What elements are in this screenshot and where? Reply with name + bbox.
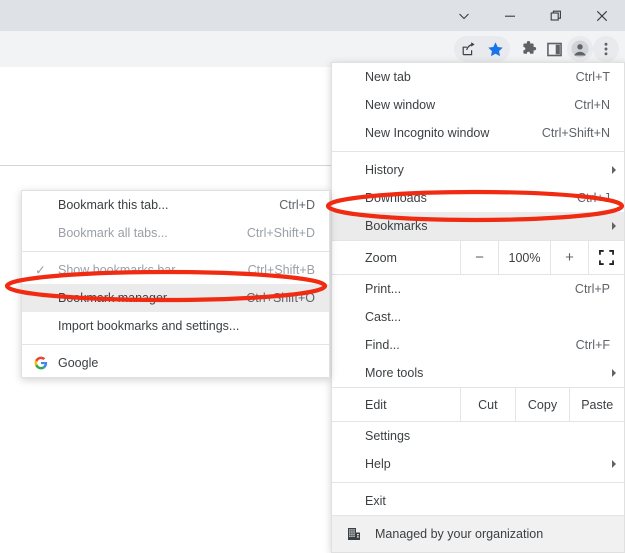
submenu-item-bookmark-manager[interactable]: Bookmark manager Ctrl+Shift+O bbox=[22, 284, 329, 312]
menu-item-new-tab[interactable]: New tab Ctrl+T bbox=[332, 63, 624, 91]
menu-item-cast[interactable]: Cast... bbox=[332, 303, 624, 331]
menu-item-label: Exit bbox=[365, 494, 386, 508]
zoom-label: Zoom bbox=[365, 250, 397, 265]
chevron-right-icon bbox=[612, 166, 616, 174]
menu-item-bookmarks[interactable]: Bookmarks bbox=[332, 212, 624, 240]
submenu-item-label: Bookmark manager bbox=[58, 291, 168, 305]
checkmark-icon: ✓ bbox=[35, 262, 46, 278]
chevron-right-icon bbox=[612, 460, 616, 468]
close-icon[interactable] bbox=[579, 0, 625, 31]
chrome-main-menu: New tab Ctrl+T New window Ctrl+N New Inc… bbox=[331, 62, 625, 553]
submenu-item-bookmark-all-tabs: Bookmark all tabs... Ctrl+Shift+D bbox=[22, 219, 329, 247]
edit-label: Edit bbox=[365, 397, 387, 412]
minimize-icon[interactable] bbox=[487, 0, 533, 31]
zoom-level-value: 100% bbox=[498, 241, 550, 274]
menu-item-shortcut: Ctrl+N bbox=[574, 98, 610, 112]
menu-item-label: Cast... bbox=[365, 310, 402, 324]
menu-item-label: New Incognito window bbox=[365, 126, 490, 140]
submenu-item-label: Bookmark this tab... bbox=[58, 198, 169, 212]
submenu-item-shortcut: Ctrl+Shift+D bbox=[246, 226, 315, 240]
menu-item-shortcut: Ctrl+T bbox=[575, 70, 610, 84]
submenu-item-label: Google bbox=[58, 356, 99, 370]
menu-item-exit[interactable]: Exit bbox=[332, 487, 624, 515]
menu-item-find[interactable]: Find... Ctrl+F bbox=[332, 331, 624, 359]
menu-item-label: Downloads bbox=[365, 191, 427, 205]
menu-separator bbox=[332, 482, 624, 483]
menu-item-label: Find... bbox=[365, 338, 400, 352]
submenu-separator bbox=[22, 251, 329, 252]
fullscreen-icon[interactable] bbox=[588, 241, 624, 274]
page-divider bbox=[0, 165, 331, 166]
menu-item-more-tools[interactable]: More tools bbox=[332, 359, 624, 387]
zoom-in-button[interactable]: + bbox=[550, 241, 588, 274]
chevron-right-icon bbox=[612, 222, 616, 230]
menu-separator bbox=[332, 151, 624, 152]
menu-item-label: Print... bbox=[365, 282, 402, 296]
share-icon[interactable] bbox=[456, 36, 482, 62]
tab-search-chevron-icon[interactable] bbox=[441, 0, 487, 31]
menu-item-label: History bbox=[365, 163, 404, 177]
managed-by-organization-row[interactable]: Managed by your organization bbox=[332, 515, 624, 552]
copy-button[interactable]: Copy bbox=[514, 388, 570, 421]
extensions-puzzle-icon[interactable] bbox=[515, 36, 541, 62]
menu-item-label: New tab bbox=[365, 70, 411, 84]
profile-avatar-icon[interactable] bbox=[567, 36, 593, 62]
submenu-item-label: Show bookmarks bar bbox=[58, 263, 176, 277]
menu-item-shortcut: Ctrl+P bbox=[574, 282, 610, 296]
submenu-item-import-bookmarks-and-settings[interactable]: Import bookmarks and settings... bbox=[22, 312, 329, 340]
paste-button[interactable]: Paste bbox=[569, 388, 624, 421]
menu-item-label: New window bbox=[365, 98, 436, 112]
menu-item-label: Bookmarks bbox=[365, 219, 428, 233]
submenu-item-bookmark-google[interactable]: Google bbox=[22, 349, 329, 377]
submenu-item-show-bookmarks-bar: ✓ Show bookmarks bar Ctrl+Shift+B bbox=[22, 256, 329, 284]
cut-button[interactable]: Cut bbox=[460, 388, 515, 421]
bookmarks-submenu: Bookmark this tab... Ctrl+D Bookmark all… bbox=[21, 190, 330, 378]
share-bookmark-pill bbox=[454, 36, 510, 62]
restore-icon[interactable] bbox=[533, 0, 579, 31]
bookmark-star-icon[interactable] bbox=[482, 36, 508, 62]
menu-item-shortcut: Ctrl+J bbox=[577, 191, 610, 205]
menu-item-print[interactable]: Print... Ctrl+P bbox=[332, 275, 624, 303]
zoom-row: Zoom − 100% + bbox=[332, 240, 624, 275]
submenu-item-label: Bookmark all tabs... bbox=[58, 226, 168, 240]
three-dot-menu-icon[interactable] bbox=[593, 36, 619, 62]
menu-item-new-incognito-window[interactable]: New Incognito window Ctrl+Shift+N bbox=[332, 119, 624, 147]
managed-by-organization-label: Managed by your organization bbox=[375, 527, 544, 541]
menu-item-label: Settings bbox=[365, 429, 411, 443]
menu-item-settings[interactable]: Settings bbox=[332, 422, 624, 450]
submenu-item-shortcut: Ctrl+Shift+O bbox=[246, 291, 315, 305]
submenu-item-shortcut: Ctrl+Shift+B bbox=[247, 263, 315, 277]
submenu-separator bbox=[22, 344, 329, 345]
menu-item-label: Help bbox=[365, 457, 391, 471]
google-favicon bbox=[34, 356, 48, 370]
side-panel-icon[interactable] bbox=[541, 36, 567, 62]
menu-item-downloads[interactable]: Downloads Ctrl+J bbox=[332, 184, 624, 212]
submenu-item-bookmark-this-tab[interactable]: Bookmark this tab... Ctrl+D bbox=[22, 191, 329, 219]
menu-item-shortcut: Ctrl+F bbox=[575, 338, 610, 352]
organization-building-icon bbox=[342, 527, 365, 541]
window-controls bbox=[441, 0, 625, 31]
submenu-item-label: Import bookmarks and settings... bbox=[58, 319, 240, 333]
tab-strip bbox=[0, 0, 625, 31]
zoom-out-button[interactable]: − bbox=[460, 241, 498, 274]
edit-row: Edit Cut Copy Paste bbox=[332, 387, 624, 422]
menu-item-help[interactable]: Help bbox=[332, 450, 624, 478]
submenu-item-shortcut: Ctrl+D bbox=[279, 198, 315, 212]
menu-item-new-window[interactable]: New window Ctrl+N bbox=[332, 91, 624, 119]
menu-item-label: More tools bbox=[365, 366, 424, 380]
menu-item-history[interactable]: History bbox=[332, 156, 624, 184]
menu-item-shortcut: Ctrl+Shift+N bbox=[541, 126, 610, 140]
chevron-right-icon bbox=[612, 369, 616, 377]
